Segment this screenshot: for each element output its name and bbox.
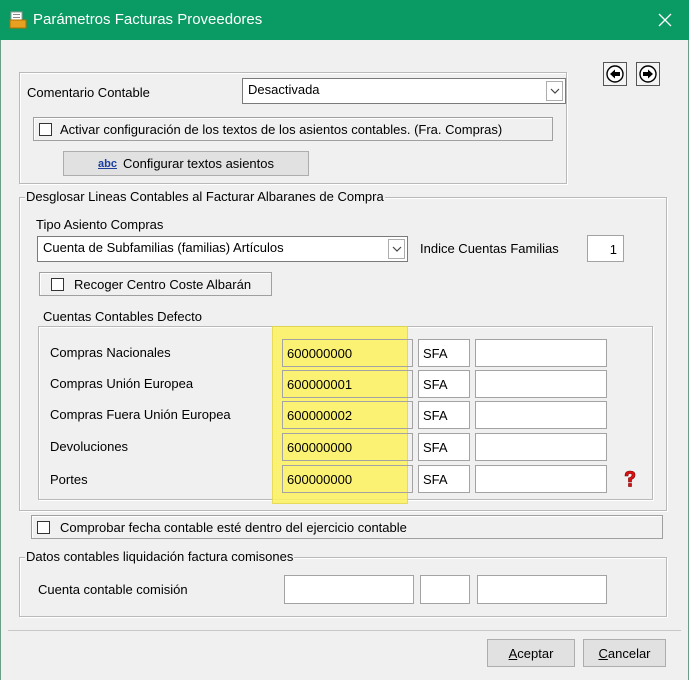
comentario-combo[interactable]: Desactivada — [242, 78, 566, 104]
code-value: SFA — [423, 440, 448, 455]
comision-field-2[interactable] — [420, 575, 470, 604]
configurar-label: Configurar textos asientos — [122, 156, 274, 171]
configurar-textos-button[interactable]: abc Configurar textos asientos — [63, 151, 309, 176]
indice-value: 1 — [609, 242, 617, 257]
row-label-compras-fuera-ue: Compras Fuera Unión Europea — [50, 407, 231, 422]
abc-icon: abc — [98, 157, 117, 170]
account-value: 600000002 — [287, 408, 353, 423]
arrow-left-icon — [606, 65, 624, 83]
prev-button[interactable] — [603, 62, 627, 86]
comisiones-legend: Datos contables liquidación factura comi… — [25, 549, 295, 564]
code-value: SFA — [423, 346, 448, 361]
comision-field-3[interactable] — [477, 575, 607, 604]
next-button[interactable] — [636, 62, 660, 86]
window-title: Parámetros Facturas Proveedores — [33, 11, 263, 28]
red-question-icon[interactable] — [622, 470, 638, 488]
account-field[interactable]: 600000001 — [282, 370, 413, 398]
tipo-asiento-value: Cuenta de Subfamilias (familias) Artícul… — [43, 240, 284, 255]
row-label-compras-ue: Compras Unión Europea — [50, 376, 194, 391]
cancelar-mnemonic: C — [598, 645, 608, 661]
close-button[interactable] — [640, 0, 689, 40]
document-folder-icon — [9, 11, 27, 29]
chevron-down-icon[interactable] — [546, 81, 563, 101]
extra-field[interactable] — [475, 433, 607, 461]
account-field[interactable]: 600000000 — [282, 339, 413, 367]
cuentas-legend: Cuentas Contables Defecto — [42, 309, 203, 324]
recoger-checkbox-row[interactable]: Recoger Centro Coste Albarán — [39, 272, 272, 296]
account-field[interactable]: 600000000 — [282, 465, 413, 493]
activar-checkbox[interactable] — [39, 123, 52, 136]
comprobar-checkbox-row[interactable]: Comprobar fecha contable esté dentro del… — [31, 515, 663, 539]
account-value: 600000000 — [287, 440, 353, 455]
activar-label: Activar configuración de los textos de l… — [60, 122, 503, 137]
arrow-right-icon — [639, 65, 657, 83]
cuenta-comision-label: Cuenta contable comisión — [38, 582, 188, 597]
aceptar-mnemonic: A — [508, 645, 518, 661]
code-value: SFA — [423, 472, 448, 487]
title-bar: Parámetros Facturas Proveedores — [0, 0, 689, 40]
extra-field[interactable] — [475, 465, 607, 493]
account-value: 600000000 — [287, 346, 353, 361]
code-value: SFA — [423, 408, 448, 423]
row-label-compras-nacionales: Compras Nacionales — [50, 345, 171, 360]
cancelar-label: ancelar — [607, 645, 651, 661]
account-value: 600000001 — [287, 377, 353, 392]
close-icon — [658, 13, 671, 27]
extra-field[interactable] — [475, 370, 607, 398]
code-value: SFA — [423, 377, 448, 392]
indice-field[interactable]: 1 — [587, 235, 624, 262]
code-field[interactable]: SFA — [418, 370, 470, 398]
row-label-devoluciones: Devoluciones — [50, 439, 129, 454]
code-field[interactable]: SFA — [418, 433, 470, 461]
account-field[interactable]: 600000000 — [282, 433, 413, 461]
aceptar-button[interactable]: Aceptar — [487, 639, 575, 667]
comentario-value: Desactivada — [248, 82, 320, 97]
aceptar-label: ceptar — [517, 645, 554, 661]
desglosar-legend: Desglosar Lineas Contables al Facturar A… — [25, 189, 385, 204]
tipo-asiento-combo[interactable]: Cuenta de Subfamilias (familias) Artícul… — [37, 236, 408, 262]
chevron-down-icon[interactable] — [388, 239, 405, 259]
account-field[interactable]: 600000002 — [282, 401, 413, 429]
extra-field[interactable] — [475, 339, 607, 367]
recoger-label: Recoger Centro Coste Albarán — [74, 277, 252, 292]
code-field[interactable]: SFA — [418, 465, 470, 493]
cancelar-button[interactable]: Cancelar — [583, 639, 666, 667]
code-field[interactable]: SFA — [418, 401, 470, 429]
comentario-label: Comentario Contable — [27, 85, 150, 100]
recoger-checkbox[interactable] — [51, 278, 64, 291]
activar-checkbox-row[interactable]: Activar configuración de los textos de l… — [33, 117, 553, 141]
row-label-portes: Portes — [50, 472, 88, 487]
extra-field[interactable] — [475, 401, 607, 429]
indice-label: Indice Cuentas Familias — [420, 241, 559, 256]
tipo-asiento-label: Tipo Asiento Compras — [36, 217, 164, 232]
comision-field-1[interactable] — [284, 575, 414, 604]
code-field[interactable]: SFA — [418, 339, 470, 367]
comprobar-checkbox[interactable] — [37, 521, 50, 534]
divider — [8, 630, 681, 631]
comprobar-label: Comprobar fecha contable esté dentro del… — [60, 520, 407, 535]
account-value: 600000000 — [287, 472, 353, 487]
